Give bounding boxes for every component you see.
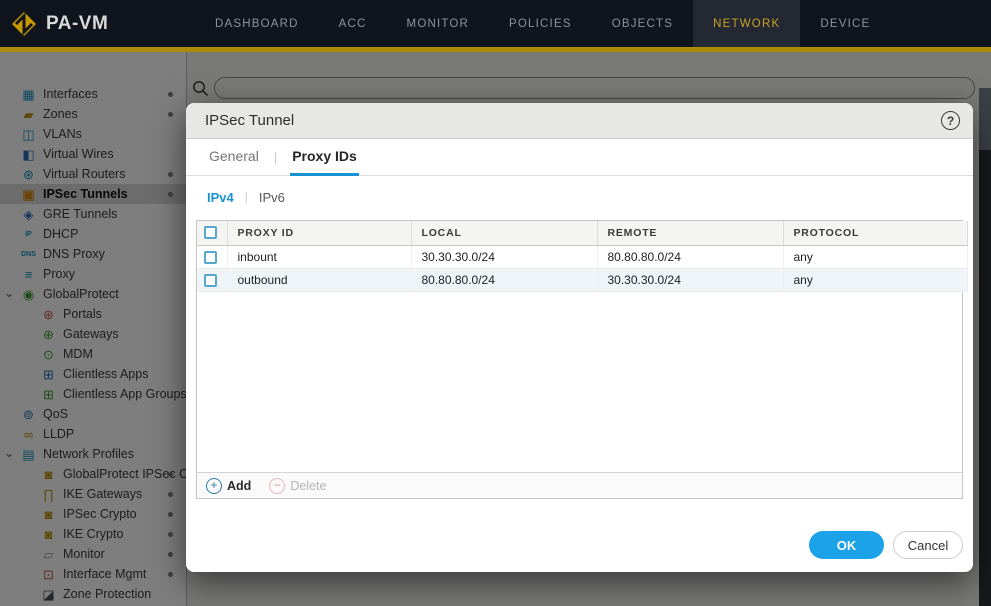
cell-local: 30.30.30.0/24 [411, 245, 598, 269]
row-checkbox[interactable] [204, 273, 217, 287]
nav-item-dashboard[interactable]: DASHBOARD [195, 0, 319, 47]
table-footer: + Add − Delete [197, 472, 962, 498]
ip-version-subtabs: IPv4 | IPv6 [207, 185, 285, 209]
tab-proxy-ids[interactable]: Proxy IDs [290, 139, 359, 176]
cell-proxy-id: outbound [227, 268, 412, 292]
table-row[interactable]: inbount 30.30.30.0/24 80.80.80.0/24 any [197, 245, 968, 269]
subtab-ipv4[interactable]: IPv4 [207, 190, 234, 205]
dialog-tabs: General | Proxy IDs [186, 139, 973, 176]
cancel-button[interactable]: Cancel [893, 531, 963, 559]
select-all-checkbox[interactable] [204, 226, 217, 240]
dialog-title: IPSec Tunnel [205, 112, 295, 129]
nav-item-monitor[interactable]: MONITOR [387, 0, 490, 47]
cell-remote: 30.30.30.0/24 [597, 268, 784, 292]
nav-item-device[interactable]: DEVICE [800, 0, 890, 47]
accent-bar [0, 47, 991, 52]
column-header-remote[interactable]: REMOTE [597, 221, 784, 246]
table-row[interactable]: outbound 80.80.80.0/24 30.30.30.0/24 any [197, 268, 968, 292]
proxy-id-table: PROXY ID LOCAL REMOTE PROTOCOL inbount 3… [197, 221, 968, 292]
nav-item-objects[interactable]: OBJECTS [592, 0, 693, 47]
row-checkbox[interactable] [204, 250, 217, 264]
top-navbar: PA-VM DASHBOARD ACC MONITOR POLICIES OBJ… [0, 0, 991, 47]
subtab-ipv6[interactable]: IPv6 [259, 190, 285, 205]
add-button[interactable]: + Add [206, 477, 251, 494]
delete-button[interactable]: − Delete [269, 477, 326, 494]
brand: PA-VM [0, 0, 195, 47]
nav-item-acc[interactable]: ACC [319, 0, 387, 47]
ipsec-tunnel-dialog: IPSec Tunnel ? General | Proxy IDs IPv4 … [186, 103, 973, 572]
cell-protocol: any [783, 245, 968, 269]
column-header-local[interactable]: LOCAL [411, 221, 598, 246]
minus-circle-icon: − [269, 477, 286, 494]
subtab-separator: | [244, 190, 248, 204]
cell-protocol: any [783, 268, 968, 292]
cell-local: 80.80.80.0/24 [411, 268, 598, 292]
plus-circle-icon: + [206, 477, 222, 494]
column-header-protocol[interactable]: PROTOCOL [783, 221, 968, 246]
tab-separator: | [273, 149, 278, 165]
dialog-header: IPSec Tunnel ? [186, 103, 973, 139]
help-icon[interactable]: ? [941, 111, 960, 130]
nav-menu: DASHBOARD ACC MONITOR POLICIES OBJECTS N… [195, 0, 890, 47]
column-header-proxy-id[interactable]: PROXY ID [227, 221, 412, 246]
pan-logo-icon [12, 11, 36, 36]
cell-remote: 80.80.80.0/24 [597, 245, 784, 269]
cell-proxy-id: inbount [227, 245, 412, 269]
brand-name: PA-VM [46, 12, 109, 34]
dialog-buttons: OK Cancel [809, 531, 963, 559]
tab-general[interactable]: General [207, 139, 261, 176]
nav-item-network[interactable]: NETWORK [693, 0, 801, 47]
table-header-row: PROXY ID LOCAL REMOTE PROTOCOL [197, 221, 968, 246]
proxy-id-table-container: PROXY ID LOCAL REMOTE PROTOCOL inbount 3… [196, 220, 968, 499]
ok-button[interactable]: OK [809, 531, 884, 559]
nav-item-policies[interactable]: POLICIES [489, 0, 592, 47]
